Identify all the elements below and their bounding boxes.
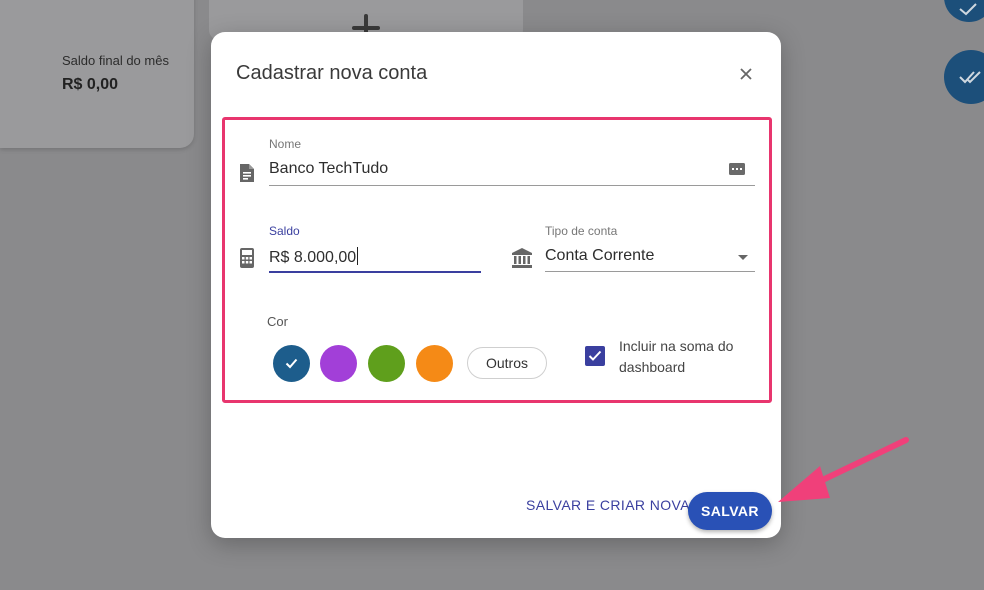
save-and-new-button[interactable]: SALVAR E CRIAR NOVA	[526, 497, 690, 513]
bank-icon	[512, 248, 532, 268]
document-icon	[240, 164, 254, 182]
nome-input[interactable]: Banco TechTudo	[269, 160, 388, 178]
balance-value: R$ 0,00	[62, 76, 119, 93]
tipo-select[interactable]: Conta Corrente	[545, 247, 654, 265]
balance-label: Saldo final do mês	[62, 53, 169, 68]
saldo-label: Saldo	[269, 224, 300, 238]
color-swatch-purple[interactable]	[320, 345, 357, 382]
saldo-input[interactable]: R$ 8.000,00	[269, 247, 359, 267]
tipo-underline	[545, 271, 755, 272]
fab-button-double-check	[944, 50, 984, 104]
color-swatch-orange[interactable]	[416, 345, 453, 382]
keyboard-icon[interactable]	[728, 161, 746, 177]
saldo-underline	[269, 271, 481, 273]
nome-label: Nome	[269, 137, 302, 151]
dialog-title: Cadastrar nova conta	[236, 62, 428, 84]
close-button[interactable]	[736, 64, 756, 84]
close-icon	[740, 68, 752, 80]
nome-underline	[269, 185, 755, 186]
check-icon	[959, 3, 977, 16]
color-swatch-green[interactable]	[368, 345, 405, 382]
new-account-dialog: Cadastrar nova conta Nome Banco TechTudo…	[211, 32, 781, 538]
background-balance-card: Saldo final do mês R$ 0,00	[0, 0, 194, 148]
double-check-icon	[959, 71, 981, 84]
saldo-value: R$ 8.000,00	[269, 249, 357, 266]
annotation-arrow-icon	[778, 437, 909, 502]
tipo-label: Tipo de conta	[545, 224, 618, 238]
include-dashboard-label: Incluir na soma do dashboard	[619, 338, 734, 375]
save-button[interactable]: SALVAR	[688, 492, 772, 530]
check-icon	[588, 350, 602, 361]
include-dashboard-checkbox[interactable]	[585, 346, 605, 366]
text-caret	[357, 247, 359, 265]
cor-label: Cor	[267, 314, 288, 329]
color-swatch-blue[interactable]	[273, 345, 310, 382]
dropdown-arrow-icon[interactable]	[737, 254, 749, 262]
calculator-icon	[240, 248, 254, 268]
fab-button-check	[944, 0, 984, 22]
check-icon	[285, 358, 298, 369]
outros-button[interactable]: Outros	[467, 347, 547, 379]
